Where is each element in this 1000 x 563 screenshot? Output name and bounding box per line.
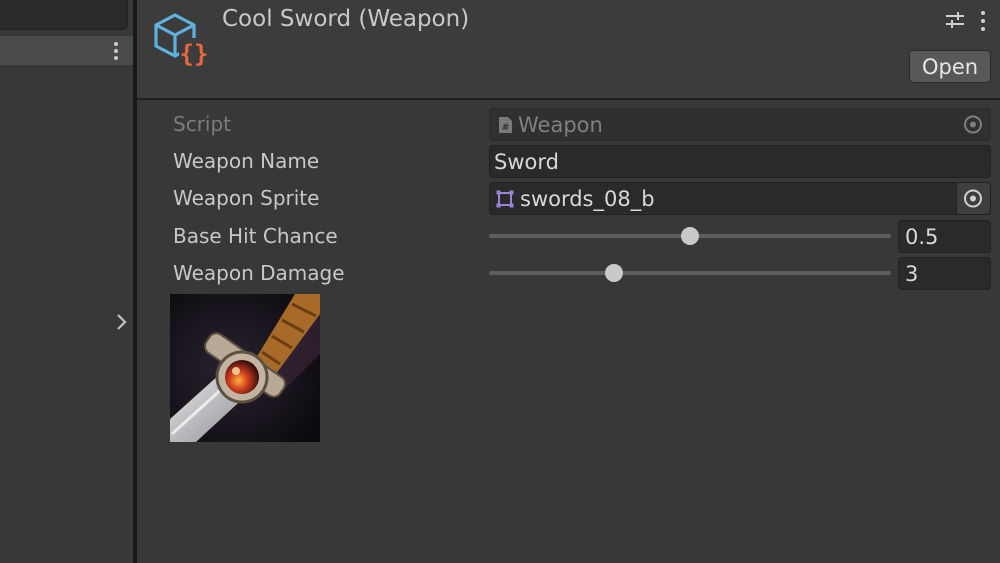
hierarchy-panel: [0, 0, 133, 563]
settings-sliders-icon[interactable]: [945, 10, 965, 30]
weapon-name-label: Weapon Name: [173, 149, 320, 173]
hierarchy-selected-row[interactable]: [0, 36, 133, 65]
script-label: Script: [173, 112, 232, 136]
weapon-sprite-label: Weapon Sprite: [173, 186, 320, 210]
base-hit-chance-slider-handle[interactable]: [681, 227, 699, 245]
sprite-icon: [496, 190, 514, 208]
object-picker-icon: [964, 115, 982, 134]
chevron-right-icon[interactable]: [113, 312, 129, 332]
weapon-name-input[interactable]: Sword: [489, 145, 991, 178]
scriptable-object-icon: {}: [154, 13, 209, 68]
csharp-script-icon: #: [499, 117, 512, 133]
inspector-header: {} Cool Sword (Weapon) Open: [137, 0, 1000, 100]
weapon-name-value: Sword: [494, 150, 559, 174]
open-button[interactable]: Open: [909, 50, 991, 83]
script-value: Weapon: [518, 113, 603, 137]
base-hit-chance-label: Base Hit Chance: [173, 224, 338, 248]
more-options-icon[interactable]: [980, 11, 986, 31]
inspector-panel: {} Cool Sword (Weapon) Open Script # Wea…: [137, 0, 1000, 563]
svg-text:#: #: [502, 123, 510, 133]
script-field: # Weapon: [489, 108, 991, 141]
weapon-damage-value: 3: [905, 262, 919, 286]
weapon-sprite-value: swords_08_b: [520, 187, 655, 211]
object-picker-icon[interactable]: [956, 183, 990, 214]
more-options-icon[interactable]: [113, 42, 119, 60]
svg-text:{}: {}: [180, 40, 209, 68]
weapon-damage-slider[interactable]: [489, 271, 891, 275]
hierarchy-search-field[interactable]: [0, 0, 128, 30]
weapon-damage-input[interactable]: 3: [898, 257, 991, 290]
weapon-damage-label: Weapon Damage: [173, 261, 345, 285]
weapon-sprite-field[interactable]: swords_08_b: [489, 182, 991, 215]
weapon-damage-slider-handle[interactable]: [604, 264, 623, 282]
base-hit-chance-value: 0.5: [905, 225, 939, 249]
sword-sprite-preview: [170, 294, 320, 442]
object-title: Cool Sword (Weapon): [222, 6, 470, 32]
base-hit-chance-input[interactable]: 0.5: [898, 220, 991, 253]
